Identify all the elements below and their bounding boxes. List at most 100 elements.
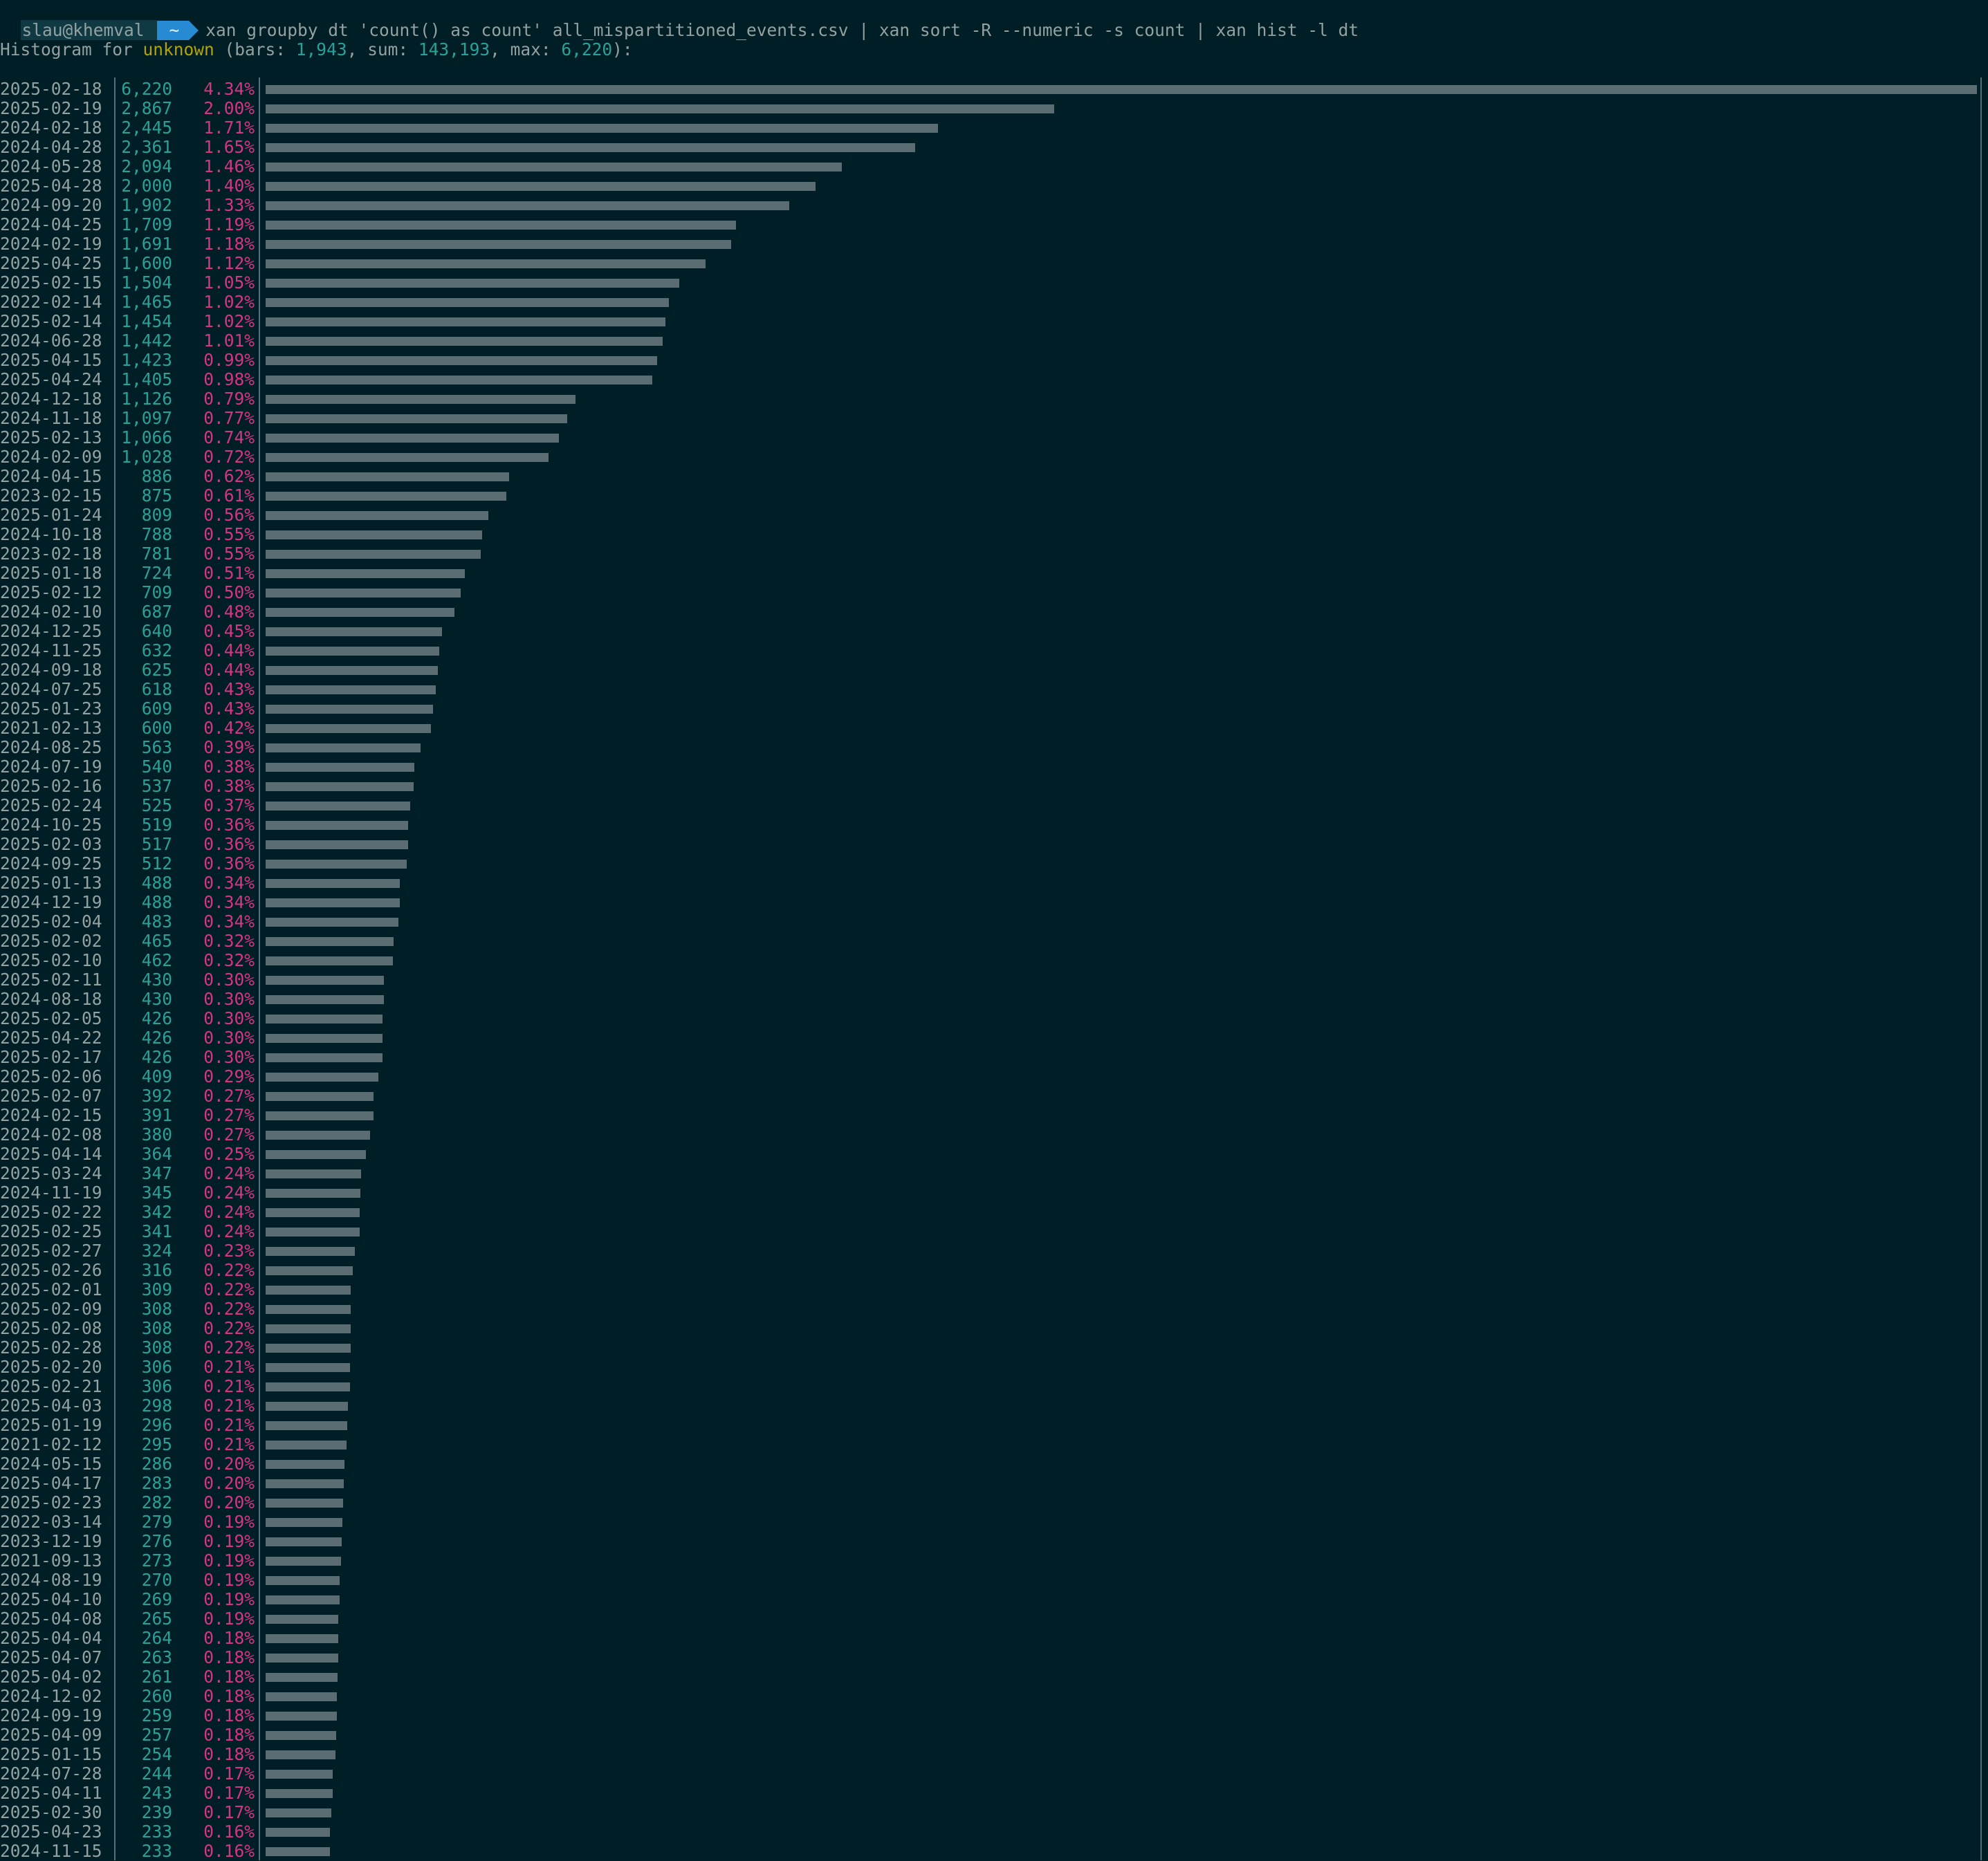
row-date-label: 2025-04-23 xyxy=(0,1822,102,1842)
row-date-label: 2025-02-16 xyxy=(0,776,102,796)
row-bar xyxy=(266,1557,341,1566)
row-percent: 1.40% xyxy=(203,176,255,196)
header-field: unknown xyxy=(142,39,214,59)
header-sum-value: 143,193 xyxy=(418,39,490,59)
command-text[interactable]: xan groupby dt 'count() as count' all_mi… xyxy=(189,20,1359,40)
row-percent: 0.30% xyxy=(203,989,255,1009)
row-count: 640 xyxy=(141,621,172,641)
row-date-label: 2024-02-18 xyxy=(0,118,102,138)
row-bar xyxy=(266,1324,351,1333)
row-bar xyxy=(266,1266,353,1275)
row-date-label: 2023-02-18 xyxy=(0,544,102,564)
row-count: 264 xyxy=(141,1628,172,1648)
row-bar xyxy=(266,840,408,849)
row-bar xyxy=(266,1286,351,1295)
row-count: 2,445 xyxy=(121,118,172,138)
row-count: 341 xyxy=(141,1221,172,1241)
row-percent: 0.36% xyxy=(203,815,255,835)
row-date-label: 2024-12-02 xyxy=(0,1686,102,1706)
row-bar xyxy=(266,1382,350,1391)
row-count: 295 xyxy=(141,1434,172,1454)
row-date-label: 2025-02-11 xyxy=(0,970,102,990)
histogram-header: Histogram for unknown (bars: 1,943, sum:… xyxy=(0,40,633,59)
row-count: 276 xyxy=(141,1531,172,1551)
row-date-label: 2025-02-23 xyxy=(0,1492,102,1512)
row-bar xyxy=(266,1092,374,1101)
row-bar xyxy=(266,782,414,791)
row-date-label: 2025-04-08 xyxy=(0,1609,102,1629)
row-count: 308 xyxy=(141,1299,172,1319)
row-date-label: 2023-12-19 xyxy=(0,1531,102,1551)
row-count: 465 xyxy=(141,931,172,951)
row-percent: 0.56% xyxy=(203,505,255,525)
row-count: 1,405 xyxy=(121,369,172,389)
header-prefix: Histogram for xyxy=(0,39,143,59)
row-count: 298 xyxy=(141,1396,172,1416)
row-percent: 0.18% xyxy=(203,1744,255,1764)
row-percent: 0.25% xyxy=(203,1144,255,1164)
row-date-label: 2025-04-07 xyxy=(0,1647,102,1667)
row-percent: 0.48% xyxy=(203,602,255,622)
row-count: 283 xyxy=(141,1473,172,1493)
row-bar xyxy=(266,802,410,811)
row-percent: 0.22% xyxy=(203,1260,255,1280)
row-percent: 0.77% xyxy=(203,408,255,428)
row-date-label: 2024-04-28 xyxy=(0,137,102,157)
row-date-label: 2024-07-25 xyxy=(0,679,102,699)
row-date-label: 2025-04-15 xyxy=(0,350,102,370)
row-percent: 0.20% xyxy=(203,1454,255,1474)
row-count: 296 xyxy=(141,1415,172,1435)
row-date-label: 2025-02-24 xyxy=(0,795,102,815)
row-percent: 4.34% xyxy=(203,79,255,99)
row-date-label: 2024-11-25 xyxy=(0,640,102,660)
row-bar xyxy=(266,1460,344,1469)
row-date-label: 2025-01-15 xyxy=(0,1744,102,1764)
row-count: 239 xyxy=(141,1802,172,1822)
row-date-label: 2024-09-19 xyxy=(0,1705,102,1725)
row-percent: 0.34% xyxy=(203,911,255,932)
row-count: 488 xyxy=(141,873,172,893)
row-percent: 0.24% xyxy=(203,1183,255,1203)
row-bar xyxy=(266,1828,330,1837)
row-date-label: 2025-01-24 xyxy=(0,505,102,525)
row-bar xyxy=(266,337,663,346)
row-percent: 0.19% xyxy=(203,1589,255,1609)
row-percent: 0.38% xyxy=(203,776,255,796)
row-count: 324 xyxy=(141,1241,172,1261)
row-date-label: 2025-04-10 xyxy=(0,1589,102,1609)
row-percent: 0.36% xyxy=(203,853,255,873)
row-date-label: 2022-02-14 xyxy=(0,292,102,312)
row-date-label: 2024-05-28 xyxy=(0,156,102,176)
header-max-label: , max: xyxy=(490,39,562,59)
row-percent: 0.30% xyxy=(203,1047,255,1067)
row-date-label: 2025-02-17 xyxy=(0,1047,102,1067)
row-date-label: 2022-03-14 xyxy=(0,1512,102,1532)
row-percent: 0.79% xyxy=(203,389,255,409)
row-date-label: 2024-10-25 xyxy=(0,815,102,835)
row-date-label: 2024-02-09 xyxy=(0,447,102,467)
row-bar xyxy=(266,1111,374,1120)
row-bar xyxy=(266,472,509,481)
row-bar xyxy=(266,1654,338,1663)
row-percent: 1.12% xyxy=(203,253,255,273)
row-percent: 0.51% xyxy=(203,563,255,583)
row-date-label: 2025-02-14 xyxy=(0,311,102,331)
row-count: 886 xyxy=(141,466,172,486)
row-date-label: 2025-04-24 xyxy=(0,369,102,389)
row-count: 632 xyxy=(141,640,172,660)
row-bar xyxy=(266,1808,331,1817)
row-date-label: 2024-02-15 xyxy=(0,1105,102,1125)
row-bar xyxy=(266,298,669,307)
row-percent: 0.27% xyxy=(203,1105,255,1125)
row-date-label: 2025-02-21 xyxy=(0,1376,102,1396)
row-count: 260 xyxy=(141,1686,172,1706)
row-count: 1,066 xyxy=(121,427,172,447)
row-percent: 1.01% xyxy=(203,331,255,351)
row-date-label: 2024-07-28 xyxy=(0,1763,102,1784)
row-count: 875 xyxy=(141,485,172,506)
row-count: 488 xyxy=(141,892,172,912)
row-count: 625 xyxy=(141,660,172,680)
row-bar xyxy=(266,1731,336,1740)
row-date-label: 2024-02-10 xyxy=(0,602,102,622)
row-percent: 0.22% xyxy=(203,1318,255,1338)
